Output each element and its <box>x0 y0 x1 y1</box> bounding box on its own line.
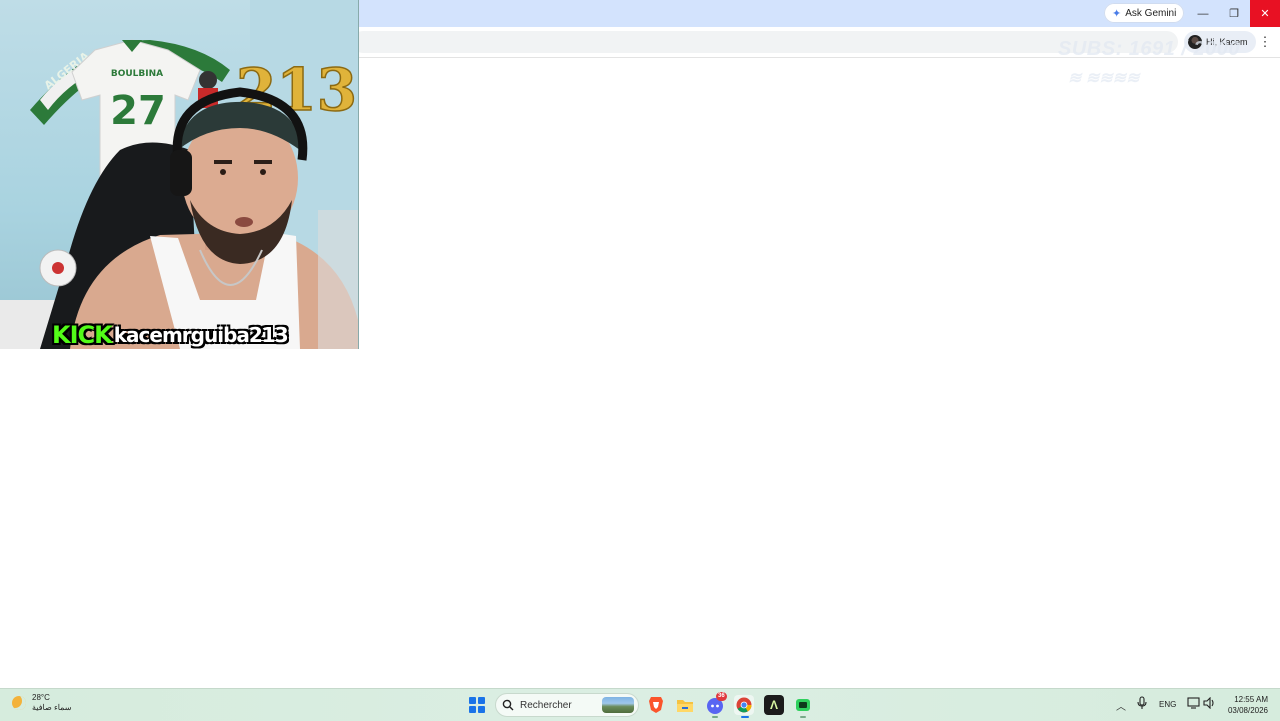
webcam-feed: ALGERIA BOULBINA 27 213 KICK kacemrguiba… <box>0 0 359 349</box>
search-icon <box>502 699 514 711</box>
taskbar-search[interactable]: Rechercher <box>495 693 639 717</box>
discord-button[interactable]: 36 <box>705 692 727 715</box>
terminal-icon <box>796 699 810 711</box>
start-icon <box>469 697 476 704</box>
ask-gemini-button[interactable]: ✦ Ask Gemini <box>1104 3 1185 23</box>
ask-gemini-label: Ask Gemini <box>1125 7 1177 19</box>
minimize-icon: — <box>1197 7 1209 20</box>
chevron-up-icon[interactable]: ︿ <box>1116 698 1126 713</box>
clock-time: 12:55 AM <box>1234 695 1268 704</box>
microphone-icon[interactable] <box>1137 696 1147 710</box>
weather-temperature: 28°C <box>32 693 50 702</box>
minimize-button[interactable]: — <box>1188 0 1218 27</box>
search-placeholder: Rechercher <box>520 699 572 711</box>
volume-icon[interactable] <box>1203 697 1216 709</box>
subs-goal-subtext: ≋ ≋≋≋≋ <box>1068 70 1140 87</box>
jersey-number: 27 <box>110 88 166 134</box>
windows-taskbar: 28°C سماء صافية Rechercher 36 Λ ︿ ENG 12… <box>0 688 1280 721</box>
arc-button[interactable]: Λ <box>764 695 784 715</box>
address-bar[interactable] <box>352 31 1178 53</box>
taskbar-clock[interactable]: 12:55 AM 03/08/2026 <box>1222 694 1268 716</box>
chrome-button[interactable] <box>734 695 754 715</box>
restore-button[interactable]: ❐ <box>1219 0 1249 27</box>
browser-menu-button[interactable]: ⋮ <box>1256 32 1274 52</box>
close-button[interactable]: ✕ <box>1250 0 1280 27</box>
discord-running-indicator <box>712 716 718 718</box>
start-button[interactable] <box>469 697 485 713</box>
file-explorer-button[interactable] <box>675 695 695 715</box>
webcam-scene: ALGERIA BOULBINA 27 213 <box>0 0 358 349</box>
file-explorer-icon <box>677 699 693 712</box>
chrome-icon <box>736 697 752 713</box>
gemini-sparkle-icon: ✦ <box>1112 7 1122 20</box>
arc-icon: Λ <box>769 698 778 712</box>
more-vert-icon: ⋮ <box>1258 34 1272 49</box>
brave-button[interactable] <box>646 695 666 715</box>
brave-icon <box>649 697 663 713</box>
subs-goal-overlay: SUBS: 1691 / 2000 <box>1058 38 1240 60</box>
kick-username-banner: KICK kacemrguiba213 <box>52 321 289 349</box>
network-icon[interactable] <box>1187 697 1200 709</box>
weather-widget[interactable]: 28°C سماء صافية <box>12 693 72 713</box>
kick-logo: KICK <box>52 321 113 349</box>
language-indicator[interactable]: ENG <box>1159 700 1176 709</box>
chrome-active-indicator <box>741 716 749 718</box>
notification-badge: 36 <box>716 692 727 701</box>
jersey-name: BOULBINA <box>111 69 163 79</box>
weather-text: 28°C سماء صافية <box>32 693 72 713</box>
search-highlight-thumbnail <box>602 697 634 713</box>
weather-condition: سماء صافية <box>32 703 72 712</box>
close-icon: ✕ <box>1260 8 1270 20</box>
restore-icon: ❐ <box>1229 8 1239 20</box>
moon-icon <box>12 696 26 710</box>
terminal-button[interactable] <box>793 695 813 715</box>
kick-username: kacemrguiba213 <box>113 323 289 347</box>
terminal-running-indicator <box>800 716 806 718</box>
clock-date: 03/08/2026 <box>1227 706 1268 715</box>
